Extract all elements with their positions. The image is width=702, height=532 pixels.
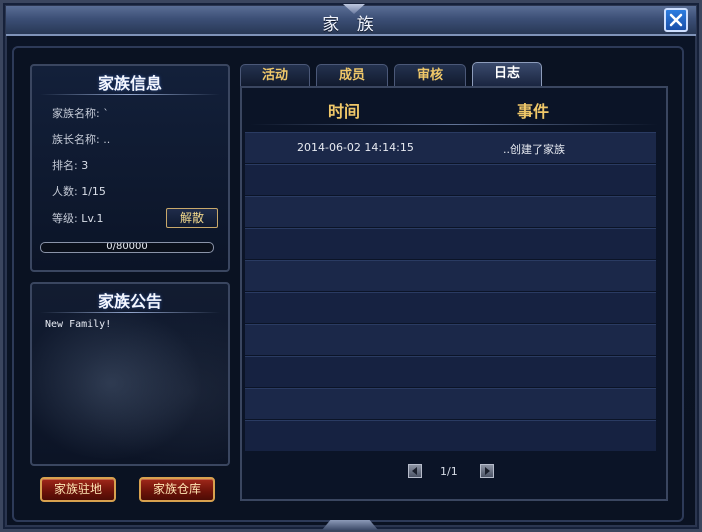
exp-bar-text: 0/80000 (106, 242, 148, 252)
disband-button[interactable]: 解散 (166, 208, 218, 228)
members-value: 1/15 (81, 185, 106, 198)
guild-name-label: 家族名称: ` (52, 107, 109, 120)
log-header-event: 事件 (517, 102, 550, 121)
rank-value: 3 (81, 159, 89, 172)
triangle-right-icon (485, 467, 490, 475)
log-row: 2014-06-02 14:14:15 ..创建了家族 (245, 132, 656, 163)
level-value: Lv.1 (81, 212, 104, 225)
tab-review[interactable]: 审核 (394, 64, 466, 86)
log-row (245, 196, 656, 227)
rank-label: 排名: (52, 159, 82, 172)
close-button[interactable] (664, 8, 688, 32)
log-row (245, 292, 656, 323)
guild-notice-title: 家族公告 (97, 292, 162, 311)
log-row (245, 260, 656, 291)
guild-warehouse-button[interactable]: 家族仓库 (139, 477, 215, 502)
tab-log[interactable]: 日志 (472, 62, 542, 86)
log-time: 2014-06-02 14:14:15 (297, 141, 414, 154)
log-row (245, 356, 656, 387)
guild-notice-panel: 家族公告 (30, 282, 230, 466)
log-event: ..创建了家族 (503, 143, 565, 156)
divider (40, 312, 220, 313)
members-label: 人数: (52, 185, 82, 198)
log-row (245, 324, 656, 355)
page-indicator: 1/1 (440, 465, 458, 478)
window-title: 家 族 (322, 15, 380, 35)
log-row (245, 388, 656, 419)
title-bar[interactable]: 家 族 (6, 4, 696, 36)
guild-exp-bar: 0/80000 (40, 242, 214, 253)
log-row (245, 228, 656, 259)
guild-info-title: 家族信息 (97, 74, 162, 93)
divider (40, 94, 220, 95)
log-row (245, 164, 656, 195)
guild-rank: 排名: 3 (52, 157, 88, 173)
guild-members: 人数: 1/15 (52, 183, 106, 199)
level-label: 等级: (52, 212, 82, 225)
guild-level: 等级: Lv.1 (52, 210, 103, 226)
log-header-time: 时间 (328, 102, 361, 121)
bottom-ornament (322, 520, 378, 530)
guild-notice-text[interactable]: New Family! (45, 319, 111, 330)
next-page-button[interactable] (480, 464, 494, 478)
guild-leader-label: 族长名称: .. (52, 133, 111, 146)
prev-page-button[interactable] (408, 464, 422, 478)
triangle-left-icon (412, 467, 417, 475)
guild-residence-button[interactable]: 家族驻地 (40, 477, 116, 502)
log-row (245, 420, 656, 451)
log-header-divider (250, 124, 658, 125)
tab-members[interactable]: 成员 (316, 64, 388, 86)
tab-activity[interactable]: 活动 (240, 64, 310, 86)
close-x-icon (669, 13, 683, 27)
